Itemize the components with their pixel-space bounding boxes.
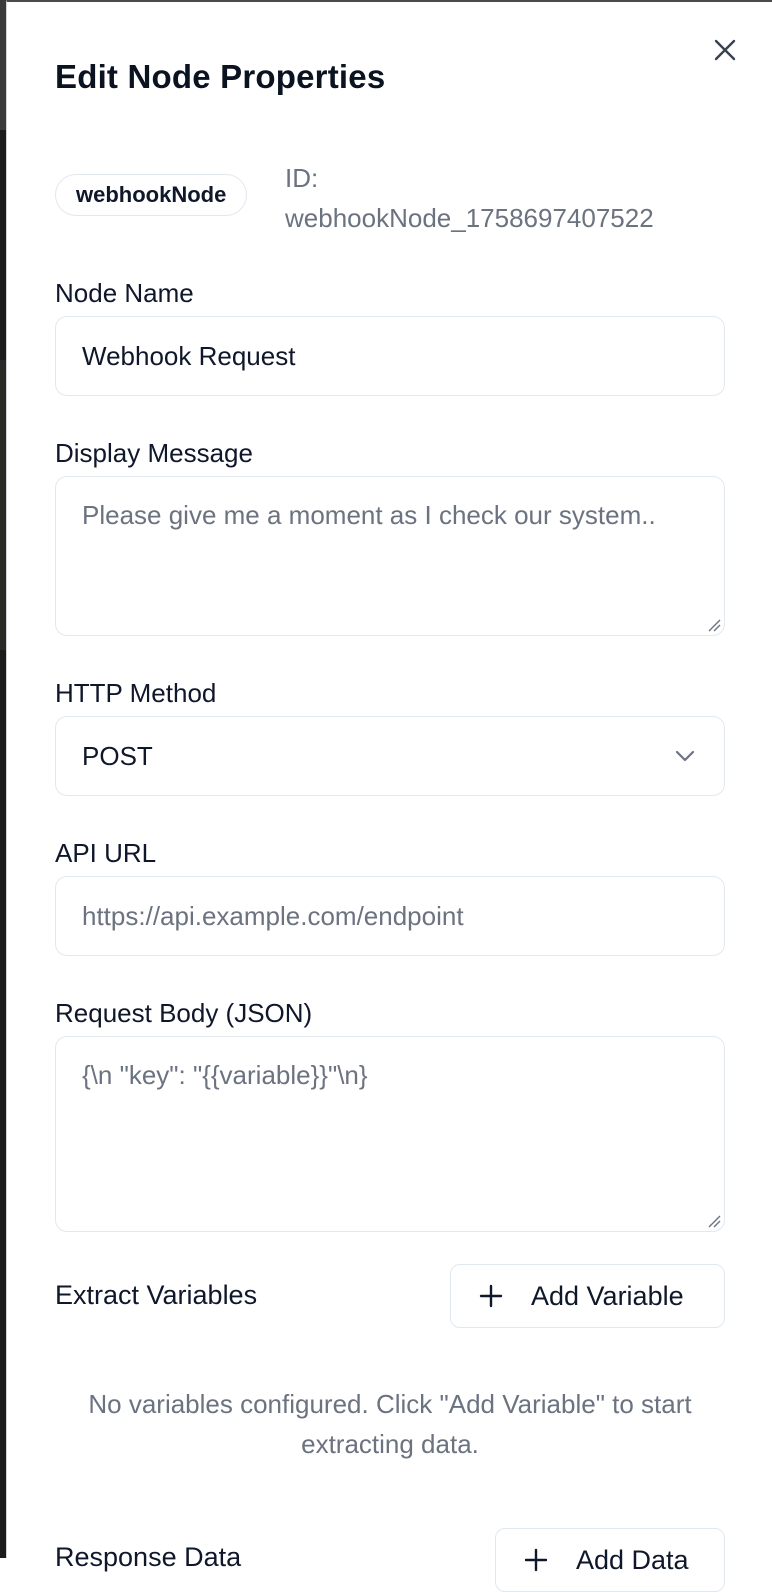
plus-icon [479,1284,503,1308]
api-url-input[interactable]: https://api.example.com/endpoint [55,876,725,956]
add-data-button[interactable]: Add Data [495,1528,725,1592]
node-name-input[interactable]: Webhook Request [55,316,725,396]
node-id: ID: webhookNode_1758697407522 [285,158,725,238]
add-data-label: Add Data [576,1544,689,1575]
node-id-value: webhookNode_1758697407522 [285,203,654,233]
chevron-down-icon [675,750,695,762]
node-type-badge: webhookNode [55,174,248,216]
display-message-textarea[interactable]: Please give me a moment as I check our s… [55,476,725,636]
variables-empty-message: No variables configured. Click "Add Vari… [88,1389,692,1459]
close-icon [714,39,736,61]
http-method-select[interactable]: POST [55,716,725,796]
http-method-label: HTTP Method [55,678,217,708]
plus-icon [524,1548,548,1572]
dialog-title: Edit Node Properties [55,58,386,95]
node-id-label: ID: [285,163,319,193]
request-body-textarea[interactable]: {\n "key": "{{variable}}"\n} [55,1036,725,1232]
resize-handle-icon[interactable] [707,1214,721,1228]
add-variable-button[interactable]: Add Variable [450,1264,725,1328]
api-url-label: API URL [55,838,157,868]
node-name-value: Webhook Request [82,340,296,371]
node-name-label: Node Name [55,278,194,308]
close-button[interactable] [707,32,743,68]
extract-variables-label: Extract Variables [55,1280,258,1310]
resize-handle-icon[interactable] [707,618,721,632]
display-message-label: Display Message [55,438,253,468]
display-message-placeholder: Please give me a moment as I check our s… [82,500,656,530]
http-method-value: POST [82,740,153,771]
api-url-placeholder: https://api.example.com/endpoint [82,900,464,931]
request-body-placeholder: {\n "key": "{{variable}}"\n} [82,1060,368,1090]
edit-node-panel: Edit Node Properties webhookNode ID: web… [6,0,772,1592]
add-variable-label: Add Variable [531,1280,684,1311]
request-body-label: Request Body (JSON) [55,998,313,1028]
